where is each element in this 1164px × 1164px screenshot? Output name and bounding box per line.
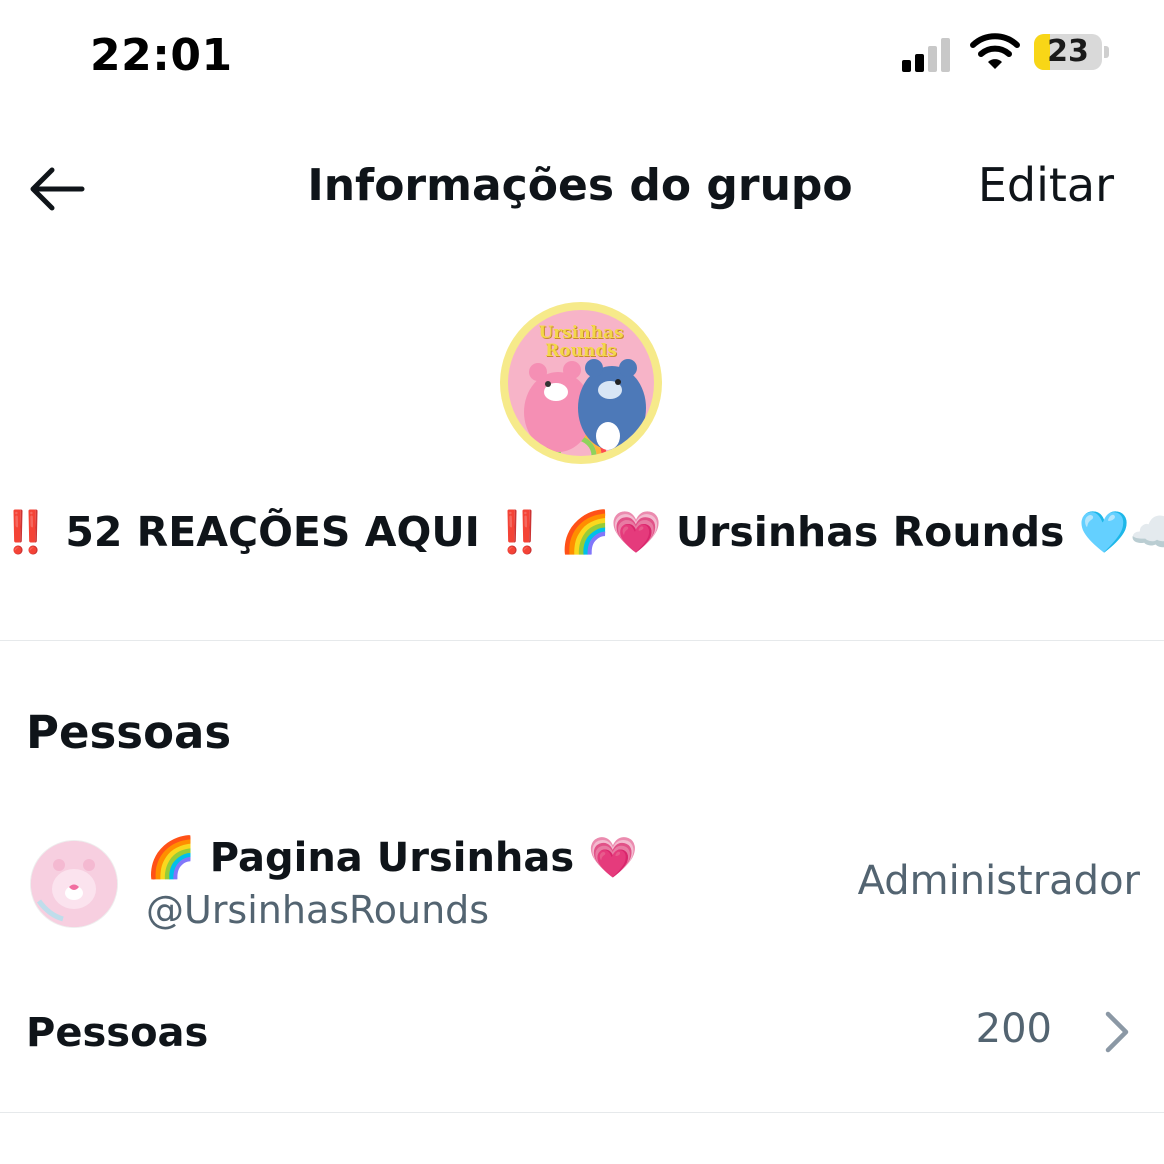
group-name-text-2: Ursinhas Rounds [675,508,1065,556]
member-row[interactable]: 🌈 Pagina Ursinhas 💗 @UrsinhasRounds Admi… [0,820,1164,940]
divider [0,1112,1164,1113]
divider [0,640,1164,641]
group-avatar-image: Ursinhas Rounds [508,310,654,456]
group-name-text: 52 REAÇÕES AQUI [65,508,480,556]
bears-illustration-icon [524,359,646,456]
people-count-label: Pessoas [26,1010,209,1056]
battery-cap [1104,46,1109,58]
double-exclamation-emoji: ‼️ [494,508,546,556]
section-title-people: Pessoas [26,706,232,759]
rainbow-emoji: 🌈 [146,835,196,881]
rainbow-heart-emoji: 🌈💗 [559,508,662,556]
people-count-row[interactable]: Pessoas 200 [0,990,1164,1080]
member-handle: @UrsinhasRounds [146,888,490,932]
people-count-value: 200 [975,1006,1052,1052]
battery-icon: 23 [1034,34,1102,70]
group-avatar[interactable]: Ursinhas Rounds [500,302,662,464]
edit-button[interactable]: Editar [978,158,1114,212]
avatar-logo-line1: Ursinhas [538,323,624,343]
member-avatar[interactable] [30,840,118,928]
pink-heart-emoji: 💗 [588,835,638,881]
battery-percentage: 23 [1047,34,1089,69]
wifi-icon [970,33,1020,69]
blue-heart-cloud-emoji: 🩵☁️ [1078,508,1164,556]
double-exclamation-emoji: ‼️ [0,508,52,556]
status-time: 22:01 [90,30,233,81]
care-bear-avatar-icon [31,841,117,927]
member-name: 🌈 Pagina Ursinhas 💗 [146,834,638,881]
group-name: ‼️ 52 REAÇÕES AQUI ‼️ 🌈💗 Ursinhas Rounds… [0,508,1164,557]
cellular-signal-icon [900,38,954,72]
member-role-badge: Administrador [857,858,1140,904]
member-name-text: Pagina Ursinhas [209,835,575,881]
chevron-right-icon [1105,1011,1129,1053]
